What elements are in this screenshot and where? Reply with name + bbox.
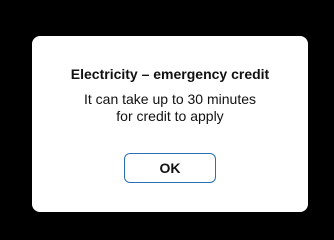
dialog-message-line: for credit to apply xyxy=(116,108,224,124)
dialog-message-line: It can take up to 30 minutes xyxy=(84,91,256,107)
screen-backdrop: Electricity – emergency credit It can ta… xyxy=(0,0,334,240)
emergency-credit-dialog: Electricity – emergency credit It can ta… xyxy=(32,36,308,212)
dialog-title: Electricity – emergency credit xyxy=(70,66,270,82)
dialog-message: It can take up to 30 minutes for credit … xyxy=(32,91,308,125)
ok-button[interactable]: OK xyxy=(124,153,216,183)
